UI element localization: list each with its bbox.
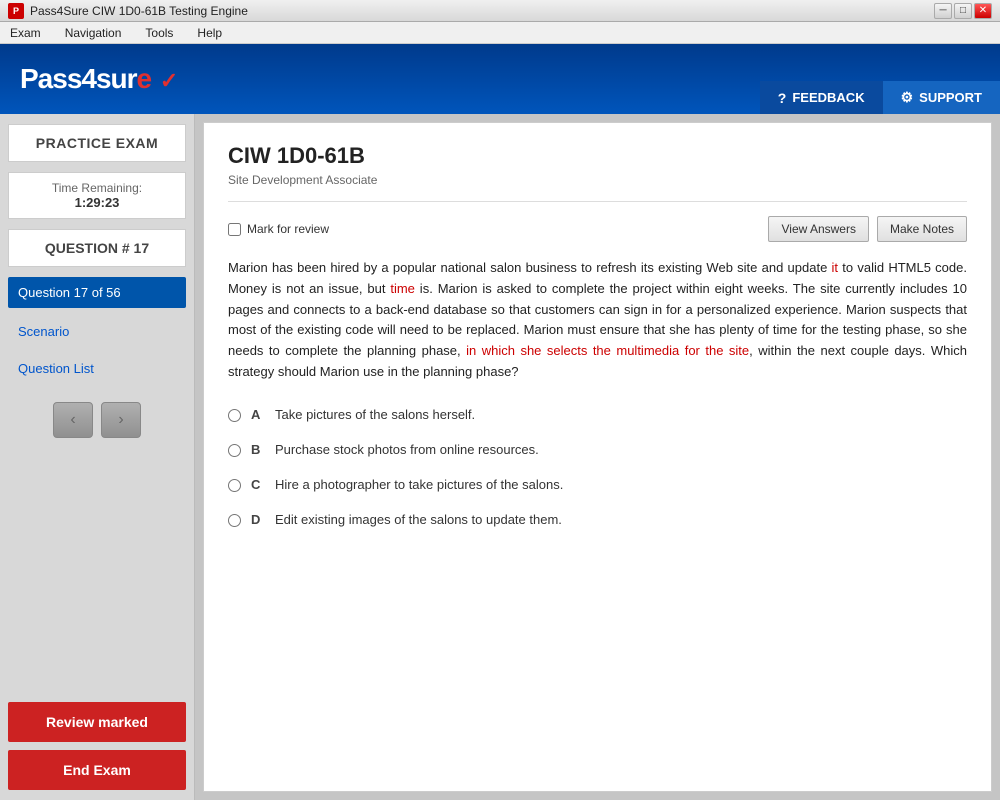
option-c-text: Hire a photographer to take pictures of … bbox=[275, 477, 563, 492]
time-remaining-label: Time Remaining: bbox=[13, 181, 181, 195]
question-icon: ? bbox=[778, 90, 787, 106]
gear-icon: ⚙ bbox=[901, 89, 914, 106]
support-label: SUPPORT bbox=[919, 90, 982, 105]
option-d: D Edit existing images of the salons to … bbox=[228, 512, 967, 527]
menu-tools[interactable]: Tools bbox=[141, 24, 177, 42]
logo-checkmark: ✓ bbox=[160, 68, 177, 93]
menu-exam[interactable]: Exam bbox=[6, 24, 45, 42]
feedback-label: FEEDBACK bbox=[792, 90, 864, 105]
option-a-label: A bbox=[251, 407, 265, 422]
window-title: Pass4Sure CIW 1D0-61B Testing Engine bbox=[30, 4, 934, 18]
close-button[interactable]: ✕ bbox=[974, 3, 992, 19]
toolbar-buttons: View Answers Make Notes bbox=[768, 216, 967, 242]
nav-arrows: ‹ › bbox=[8, 402, 186, 438]
practice-exam-title: PRACTICE EXAM bbox=[8, 124, 186, 162]
main-layout: PRACTICE EXAM Time Remaining: 1:29:23 QU… bbox=[0, 114, 1000, 800]
view-answers-button[interactable]: View Answers bbox=[768, 216, 868, 242]
title-bar: P Pass4Sure CIW 1D0-61B Testing Engine ─… bbox=[0, 0, 1000, 22]
options-list: A Take pictures of the salons herself. B… bbox=[228, 407, 967, 527]
sidebar-nav-question-list[interactable]: Question List bbox=[8, 355, 186, 382]
window-controls[interactable]: ─ □ ✕ bbox=[934, 3, 992, 19]
mark-review-label[interactable]: Mark for review bbox=[228, 222, 329, 236]
menu-navigation[interactable]: Navigation bbox=[61, 24, 126, 42]
option-b-text: Purchase stock photos from online resour… bbox=[275, 442, 539, 457]
end-exam-button[interactable]: End Exam bbox=[8, 750, 186, 790]
exam-subtitle: Site Development Associate bbox=[228, 173, 967, 187]
sidebar: PRACTICE EXAM Time Remaining: 1:29:23 QU… bbox=[0, 114, 195, 800]
app-icon: P bbox=[8, 3, 24, 19]
sidebar-bottom: Review marked End Exam bbox=[8, 702, 186, 790]
option-a: A Take pictures of the salons herself. bbox=[228, 407, 967, 422]
header-band: Pass4sure ✓ ? FEEDBACK ⚙ SUPPORT bbox=[0, 44, 1000, 114]
prev-button[interactable]: ‹ bbox=[53, 402, 93, 438]
question-number-title: QUESTION # 17 bbox=[8, 229, 186, 267]
next-button[interactable]: › bbox=[101, 402, 141, 438]
option-a-radio[interactable] bbox=[228, 409, 241, 422]
mark-review-text: Mark for review bbox=[247, 222, 329, 236]
logo-e: e bbox=[137, 63, 152, 94]
option-b-radio[interactable] bbox=[228, 444, 241, 457]
header-right-buttons: ? FEEDBACK ⚙ SUPPORT bbox=[760, 81, 1000, 114]
review-marked-button[interactable]: Review marked bbox=[8, 702, 186, 742]
option-d-radio[interactable] bbox=[228, 514, 241, 527]
option-d-label: D bbox=[251, 512, 265, 527]
logo: Pass4sure ✓ bbox=[20, 63, 177, 95]
logo-text: Pass4sure ✓ bbox=[20, 63, 177, 95]
toolbar-row: Mark for review View Answers Make Notes bbox=[228, 216, 967, 242]
option-c-label: C bbox=[251, 477, 265, 492]
time-remaining-value: 1:29:23 bbox=[13, 195, 181, 210]
time-remaining-info: Time Remaining: 1:29:23 bbox=[8, 172, 186, 219]
menu-help[interactable]: Help bbox=[193, 24, 226, 42]
question-text: Marion has been hired by a popular natio… bbox=[228, 258, 967, 383]
option-d-text: Edit existing images of the salons to up… bbox=[275, 512, 562, 527]
minimize-button[interactable]: ─ bbox=[934, 3, 952, 19]
divider bbox=[228, 201, 967, 202]
next-arrow-icon: › bbox=[118, 411, 123, 429]
content-area: CIW 1D0-61B Site Development Associate M… bbox=[203, 122, 992, 792]
make-notes-button[interactable]: Make Notes bbox=[877, 216, 967, 242]
mark-review-checkbox[interactable] bbox=[228, 223, 241, 236]
option-c-radio[interactable] bbox=[228, 479, 241, 492]
prev-arrow-icon: ‹ bbox=[70, 411, 75, 429]
feedback-button[interactable]: ? FEEDBACK bbox=[760, 81, 883, 114]
support-button[interactable]: ⚙ SUPPORT bbox=[883, 81, 1000, 114]
option-a-text: Take pictures of the salons herself. bbox=[275, 407, 475, 422]
option-b: B Purchase stock photos from online reso… bbox=[228, 442, 967, 457]
menu-bar: Exam Navigation Tools Help bbox=[0, 22, 1000, 44]
exam-title: CIW 1D0-61B bbox=[228, 143, 967, 169]
option-c: C Hire a photographer to take pictures o… bbox=[228, 477, 967, 492]
option-b-label: B bbox=[251, 442, 265, 457]
sidebar-nav-scenario[interactable]: Scenario bbox=[8, 318, 186, 345]
maximize-button[interactable]: □ bbox=[954, 3, 972, 19]
sidebar-nav-question[interactable]: Question 17 of 56 bbox=[8, 277, 186, 308]
